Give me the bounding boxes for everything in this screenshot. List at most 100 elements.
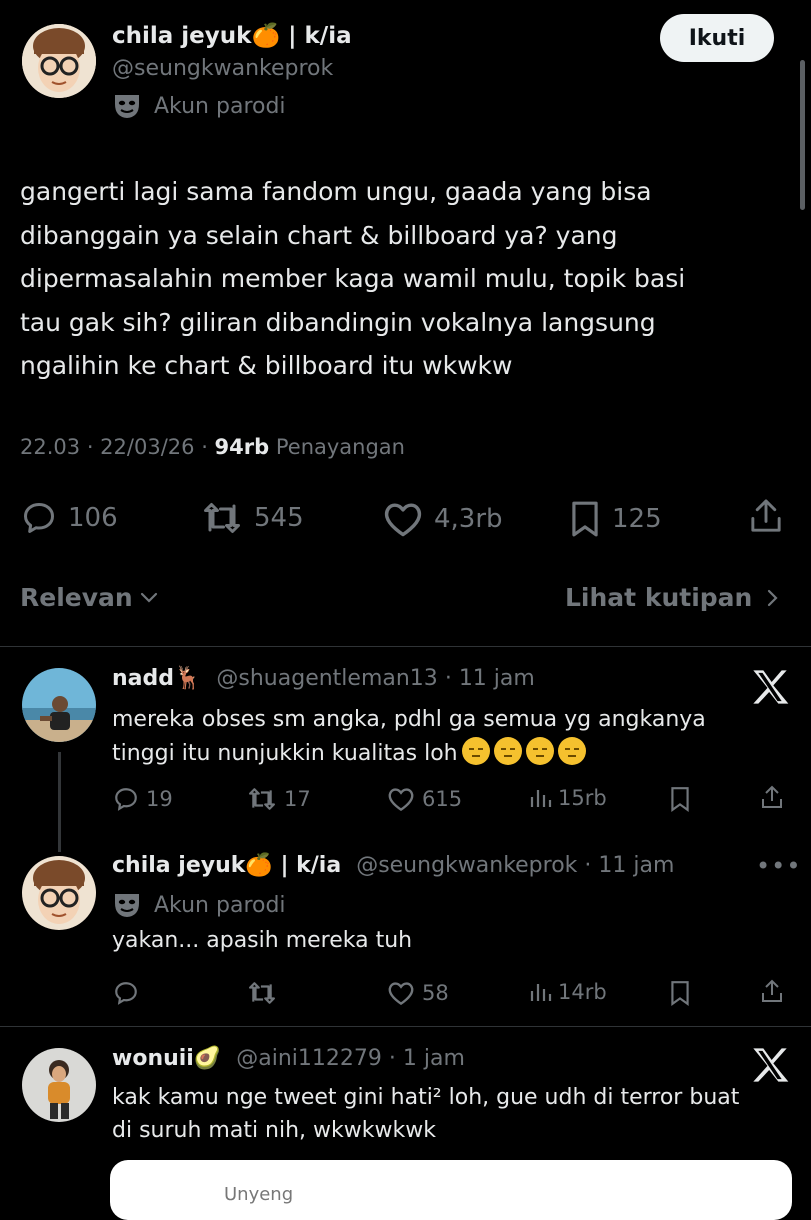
reply-display-name[interactable]: wonuii🥑 — [112, 1046, 221, 1071]
reply-button[interactable] — [112, 980, 140, 1006]
share-button[interactable] — [748, 498, 784, 536]
share-icon — [762, 785, 782, 808]
pensive-face-icon — [525, 737, 554, 765]
repost-button[interactable] — [246, 980, 278, 1006]
views-count: 14rb — [558, 980, 607, 1004]
thread-line — [58, 752, 61, 852]
repost-icon — [249, 982, 275, 1004]
avatar[interactable] — [22, 24, 96, 98]
x-logo-icon — [750, 668, 790, 713]
reply-text-line: tinggi itu nunjukkin kualitas loh — [112, 737, 706, 771]
reply-text-span: tinggi itu nunjukkin kualitas loh — [112, 741, 458, 766]
repost-button[interactable]: 545 — [200, 500, 304, 536]
chevron-right-icon — [768, 589, 778, 606]
parody-label: Akun parodi — [154, 892, 286, 918]
like-icon — [384, 503, 422, 537]
sort-label: Relevan — [20, 583, 133, 612]
like-icon — [388, 982, 414, 1006]
like-count: 58 — [422, 981, 449, 1005]
reply-time[interactable]: 11 jam — [598, 853, 674, 878]
reply-time[interactable]: 11 jam — [459, 666, 535, 691]
repost-count: 17 — [284, 787, 311, 811]
bookmark-button[interactable] — [668, 980, 692, 1006]
avatar[interactable] — [22, 668, 96, 742]
tweet-text-line: ngalihin ke chart & billboard itu wkwkw — [20, 351, 513, 380]
bookmark-icon — [671, 787, 689, 812]
reply-button[interactable]: 19 — [112, 786, 173, 812]
avatar-image — [22, 668, 96, 742]
reply-text: kak kamu nge tweet gini hati² loh, gue u… — [112, 1081, 739, 1147]
tweet-date[interactable]: 22/03/26 — [100, 435, 194, 459]
avatar-image — [22, 24, 96, 98]
reply-icon — [24, 503, 54, 533]
tweet-text-line: gangerti lagi sama fandom ungu, gaada ya… — [20, 177, 652, 206]
x-logo-icon — [750, 1046, 790, 1091]
reply-text-line: di suruh mati nih, wkwkwkwk — [112, 1118, 436, 1143]
parody-badge: Akun parodi — [112, 92, 286, 120]
reply-text: yakan... apasih mereka tuh — [112, 928, 413, 953]
reply-count: 19 — [146, 787, 173, 811]
tweet-time[interactable]: 22.03 — [20, 435, 80, 459]
divider — [0, 646, 811, 647]
views-count: 15rb — [558, 786, 607, 810]
share-button[interactable] — [760, 785, 784, 811]
mask-icon — [115, 95, 139, 118]
views-button[interactable]: 15rb — [528, 786, 607, 810]
like-icon — [388, 788, 414, 812]
views-button[interactable]: 14rb — [528, 980, 607, 1004]
bookmark-button[interactable]: 125 — [568, 500, 662, 538]
repost-count: 545 — [254, 503, 304, 533]
bookmark-icon — [671, 981, 689, 1006]
x-logo-svg — [753, 1048, 789, 1082]
follow-button[interactable]: Ikuti — [660, 14, 774, 62]
tweet-text-line: dipermasalahin member kaga wamil mulu, t… — [20, 264, 686, 293]
avatar[interactable] — [22, 1048, 96, 1122]
views-count: 94rb — [214, 435, 270, 459]
tweet-text-line: dibanggain ya selain chart & billboard y… — [20, 220, 618, 250]
avatar-image — [22, 856, 96, 930]
like-button[interactable]: 4,3rb — [382, 500, 503, 538]
reply-handle[interactable]: @seungkwankeprok — [356, 853, 577, 878]
author-handle[interactable]: @seungkwankeprok — [112, 56, 333, 81]
sort-dropdown[interactable]: Relevan — [20, 583, 159, 612]
pensive-face-icon — [493, 737, 522, 765]
embedded-card[interactable]: Unyeng — [110, 1160, 792, 1220]
pensive-face-icon — [557, 737, 586, 765]
avatar[interactable] — [22, 856, 96, 930]
like-count: 4,3rb — [434, 504, 503, 534]
share-button[interactable] — [760, 979, 784, 1005]
reply-button[interactable]: 106 — [20, 500, 118, 536]
scrollbar[interactable] — [800, 60, 805, 210]
reply-display-name[interactable]: chila jeyuk🍊 | k/ia — [112, 853, 341, 878]
reply-text-line: mereka obses sm angka, pdhl ga semua yg … — [112, 707, 706, 732]
like-count: 615 — [422, 787, 463, 811]
divider — [0, 1026, 811, 1027]
bookmark-icon — [572, 501, 598, 537]
views-label: Penayangan — [275, 435, 405, 459]
author-display-name[interactable]: chila jeyuk🍊 | k/ia — [112, 22, 352, 49]
reply-handle[interactable]: @shuagentleman13 — [216, 666, 437, 691]
tweet-meta: 22.03 · 22/03/26 · 94rb Penayangan — [20, 435, 405, 459]
reply-display-name[interactable]: nadd🦌 — [112, 666, 201, 691]
mask-icon — [115, 894, 139, 917]
reply-handle[interactable]: @aini112279 — [236, 1046, 382, 1071]
repost-button[interactable]: 17 — [246, 786, 311, 812]
more-icon[interactable]: ••• — [756, 852, 801, 880]
views-icon — [530, 984, 552, 1001]
repost-icon — [204, 503, 240, 533]
embedded-card-text: Unyeng — [224, 1184, 294, 1205]
parody-label: Akun parodi — [154, 93, 286, 119]
view-quotes-link[interactable]: Lihat kutipan — [565, 583, 778, 612]
like-button[interactable]: 615 — [386, 786, 462, 812]
reply-header: chila jeyuk🍊 | k/ia @seungkwankeprok · 1… — [112, 853, 675, 878]
bookmark-count: 125 — [612, 504, 662, 534]
like-button[interactable]: 58 — [386, 980, 449, 1006]
reply-time[interactable]: 1 jam — [403, 1046, 465, 1071]
parody-badge: Akun parodi — [112, 891, 286, 919]
x-logo-svg — [753, 670, 789, 704]
bookmark-button[interactable] — [668, 786, 692, 812]
share-icon — [751, 499, 781, 532]
tweet-text-line: tau gak sih? giliran dibandingin vokalny… — [20, 307, 656, 337]
pensive-face-icon — [461, 737, 490, 765]
reply-header: wonuii🥑 @aini112279 · 1 jam — [112, 1046, 465, 1071]
